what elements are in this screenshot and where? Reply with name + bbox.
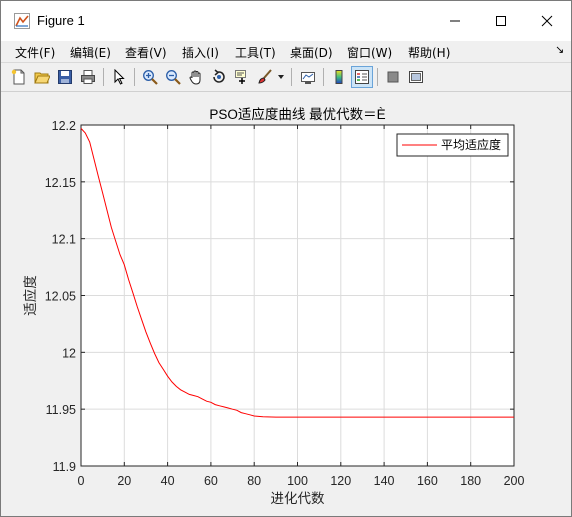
x-tick-label: 40 [161, 474, 175, 488]
x-tick-label: 60 [204, 474, 218, 488]
y-axis-label: 适应度 [22, 275, 38, 316]
y-tick-label: 12.15 [45, 176, 76, 190]
x-axis-label: 进化代数 [271, 491, 325, 506]
axes[interactable]: 0 20 40 60 80 100 120 140 160 180 200 11.9 11.95 12 12… [1, 1, 571, 516]
x-tick-label: 100 [287, 474, 308, 488]
legend-label: 平均适应度 [441, 137, 501, 152]
x-tick-label: 160 [417, 474, 438, 488]
y-tick-label: 12.2 [52, 119, 76, 133]
x-tick-label: 140 [374, 474, 395, 488]
x-tick-label: 180 [460, 474, 481, 488]
y-tick-label: 12.05 [45, 290, 76, 304]
x-tick-label: 0 [78, 474, 85, 488]
y-tick-label: 12.1 [52, 233, 76, 247]
y-tick-label: 11.9 [53, 460, 76, 474]
figure-window: Figure 1 文件(F) 编辑(E) 查看(V) 插入(I) 工具(T) 桌… [0, 0, 572, 517]
y-tick-label: 12 [62, 346, 76, 360]
x-tick-label: 120 [330, 474, 351, 488]
x-tick-label: 200 [504, 474, 525, 488]
x-tick-label: 80 [247, 474, 261, 488]
x-tick-label: 20 [117, 474, 131, 488]
y-tick-label: 11.95 [46, 403, 76, 417]
